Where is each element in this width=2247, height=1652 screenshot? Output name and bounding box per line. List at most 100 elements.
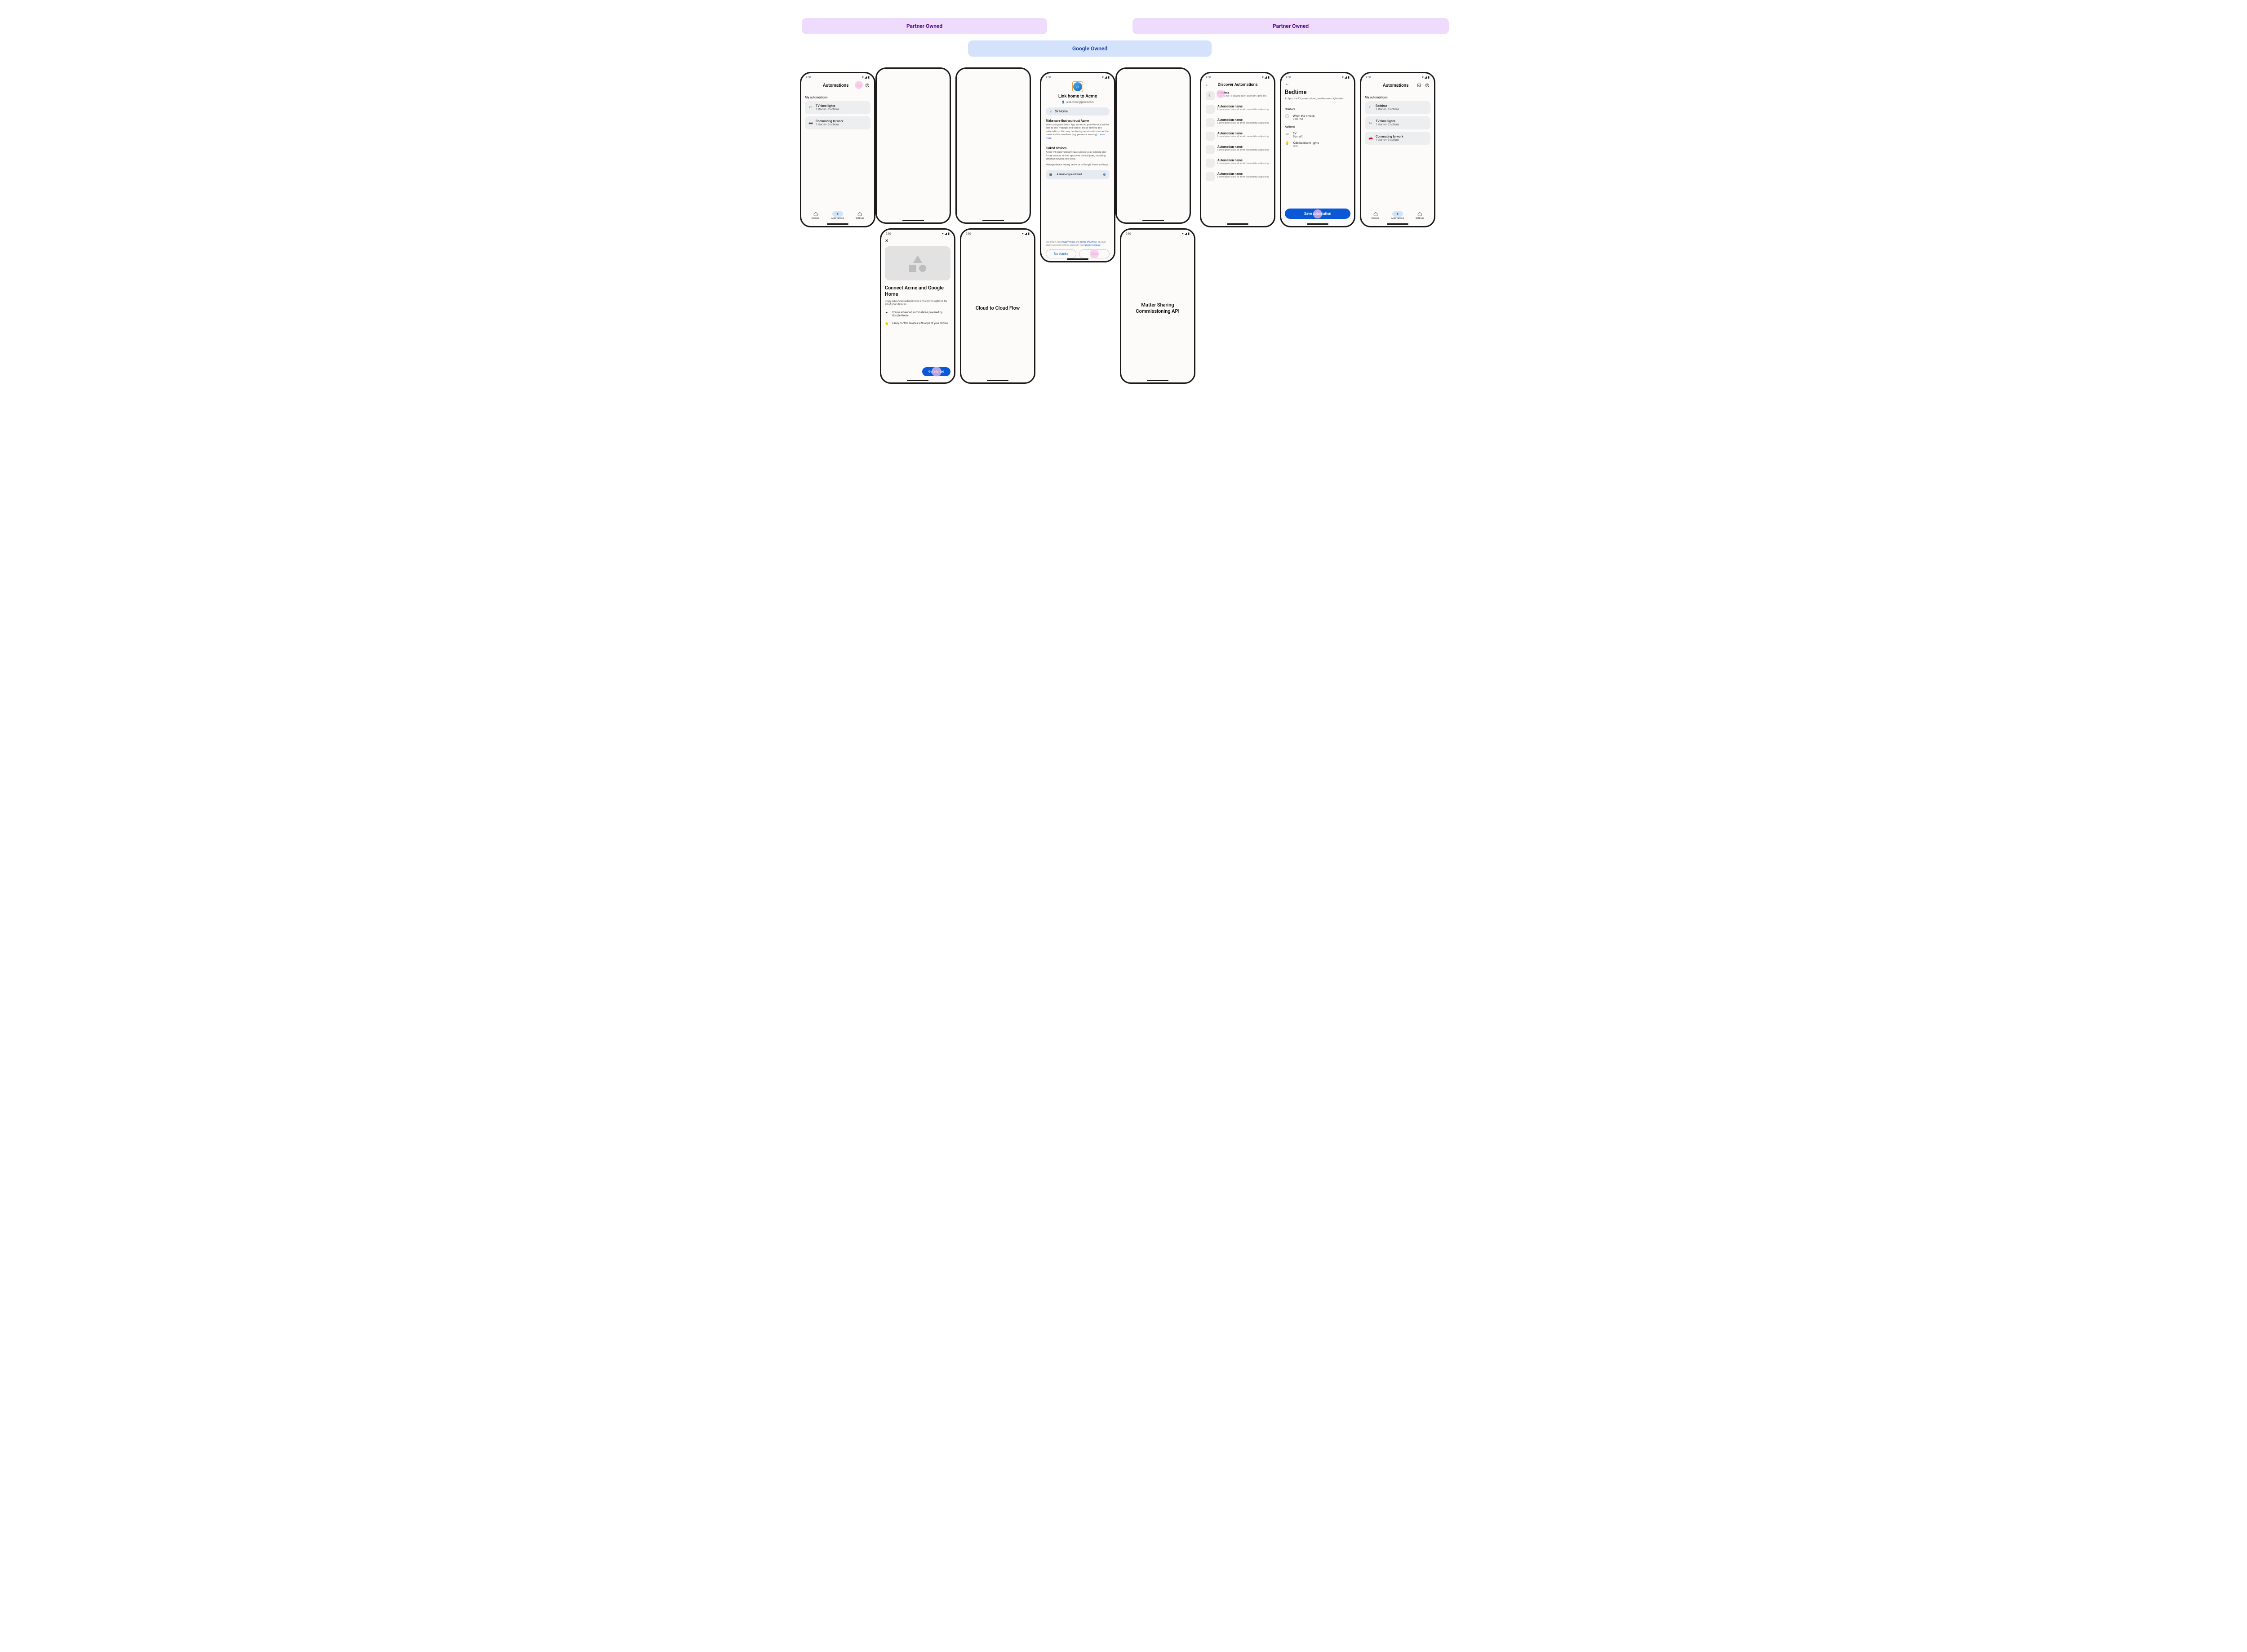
home-icon bbox=[1373, 212, 1378, 216]
card-title: TV time lights bbox=[1376, 120, 1399, 123]
status-bar: 9:30 ▾◢▮ bbox=[1121, 230, 1194, 237]
item-subtitle: At 9pm, the TV powers down, bedroom ligh… bbox=[1217, 95, 1267, 98]
automation-card[interactable]: 🚗 Commuting to work1 starter • 3 actions bbox=[805, 116, 870, 129]
item-title: Automation name bbox=[1217, 159, 1269, 162]
signal-icon: ◢ bbox=[945, 232, 947, 235]
item-title: Bedtime bbox=[1217, 91, 1267, 95]
account-icon[interactable] bbox=[864, 82, 870, 89]
gesture-bar bbox=[907, 380, 928, 381]
account-icon[interactable] bbox=[1424, 82, 1430, 89]
gesture-bar bbox=[827, 223, 848, 225]
nav-settings[interactable]: Settings bbox=[854, 211, 865, 220]
battery-icon: ▮ bbox=[1268, 75, 1270, 79]
person-circle-icon bbox=[865, 83, 870, 88]
action-row[interactable]: 💡 Kids bedroom lightsDim bbox=[1285, 140, 1350, 149]
action-line1: TV bbox=[1293, 132, 1302, 135]
placeholder-title: Matter Sharing Commissioning API bbox=[1125, 237, 1190, 380]
battery-icon: ▮ bbox=[1028, 232, 1030, 235]
automation-item[interactable]: Automation nameLorem ipsum dolor sit ame… bbox=[1205, 116, 1270, 129]
item-subtitle: Lorem ipsum dolor sit amet, consectetur … bbox=[1217, 108, 1269, 111]
item-subtitle: Lorem ipsum dolor sit amet, consectetur … bbox=[1217, 135, 1269, 138]
automation-card[interactable]: ☾ Bedtime1 starter • 2 actions bbox=[1365, 101, 1430, 114]
feature-row: ✦ Create advanced automations powered by… bbox=[885, 311, 950, 317]
home-icon bbox=[813, 212, 818, 216]
card-subtitle: 1 starter • 2 actions bbox=[816, 108, 839, 111]
battery-icon: ▮ bbox=[1108, 75, 1110, 79]
gesture-bar bbox=[1387, 223, 1408, 225]
gesture-bar bbox=[1147, 380, 1168, 381]
bulb-icon: 💡 bbox=[1285, 141, 1289, 145]
tos-link[interactable]: Terms of Service bbox=[1080, 241, 1097, 244]
status-bar: 9:30 ▾◢▮ bbox=[1281, 73, 1354, 80]
get-started-button[interactable]: Get started bbox=[922, 367, 950, 376]
automation-card[interactable]: ▭ TV time lights1 starter • 2 actions bbox=[805, 101, 870, 114]
signal-icon: ◢ bbox=[865, 75, 867, 79]
feed-icon[interactable] bbox=[1416, 82, 1422, 89]
feature-text: Easily control devices with apps of your… bbox=[892, 322, 948, 325]
nav-settings[interactable]: Settings bbox=[1414, 211, 1425, 220]
phone-ghost bbox=[955, 67, 1031, 224]
moon-icon: ☾ bbox=[1368, 105, 1373, 109]
car-icon: 🚗 bbox=[808, 120, 813, 124]
starter-line1: When the time is bbox=[1293, 114, 1314, 118]
automation-card[interactable]: ▭ TV time lights1 starter • 2 actions bbox=[1365, 116, 1430, 129]
starter-row[interactable]: 🕘 When the time is9:00 PM bbox=[1285, 113, 1350, 122]
account-email-row[interactable]: 👤 alex.miller@gmail.com bbox=[1046, 101, 1110, 104]
phone-discover-automations: 9:30 ▾◢▮ ← Discover Automations ☾ Bedtim… bbox=[1200, 72, 1275, 227]
no-thanks-button[interactable]: No thanks bbox=[1046, 249, 1076, 258]
allow-button[interactable]: Allow bbox=[1079, 249, 1110, 258]
device-types-row[interactable]: ▦ 4 device types linked ⚙ bbox=[1046, 170, 1110, 179]
item-title: Automation name bbox=[1217, 132, 1269, 135]
item-title: Automation name bbox=[1217, 105, 1269, 108]
nav-settings-label: Settings bbox=[1416, 217, 1424, 220]
google-account-link[interactable]: Google Account bbox=[1084, 244, 1101, 247]
automation-item[interactable]: Automation nameLorem ipsum dolor sit ame… bbox=[1205, 102, 1270, 116]
signal-icon: ◢ bbox=[1185, 232, 1187, 235]
nav-automations-label: Automations bbox=[1391, 217, 1404, 220]
status-time: 9:30 bbox=[1126, 232, 1131, 235]
spark-icon: ✦ bbox=[885, 311, 888, 315]
gear-icon[interactable]: ⚙ bbox=[1103, 173, 1106, 177]
privacy-policy-link[interactable]: Privacy Policy bbox=[1061, 241, 1075, 244]
linked-title: Linked devices bbox=[1046, 147, 1110, 150]
home-icon bbox=[857, 212, 862, 216]
card-title: Bedtime bbox=[1376, 104, 1399, 108]
nav-devices[interactable]: Devices bbox=[1370, 211, 1381, 220]
item-subtitle: Lorem ipsum dolor sit amet, consectetur … bbox=[1217, 149, 1269, 151]
back-button[interactable]: ← bbox=[1285, 80, 1350, 86]
automation-card[interactable]: 🚗 Commuting to work1 starter • 3 actions bbox=[1365, 132, 1430, 145]
automation-item[interactable]: Automation nameLorem ipsum dolor sit ame… bbox=[1205, 170, 1270, 183]
battery-icon: ▮ bbox=[948, 232, 950, 235]
wifi-icon: ▾ bbox=[1342, 75, 1344, 79]
card-subtitle: 1 starter • 2 actions bbox=[1376, 123, 1399, 126]
battery-icon: ▮ bbox=[1348, 75, 1350, 79]
automation-item[interactable]: Automation nameLorem ipsum dolor sit ame… bbox=[1205, 129, 1270, 143]
item-subtitle: Lorem ipsum dolor sit amet, consectetur … bbox=[1217, 122, 1269, 124]
home-selector[interactable]: ⌂ SF Home bbox=[1046, 107, 1110, 115]
gesture-bar bbox=[987, 380, 1008, 381]
feed-icon[interactable] bbox=[856, 82, 862, 89]
screen-title: Connect Acme and Google Home bbox=[885, 285, 950, 298]
status-bar: 9:30 ▾◢▮ bbox=[1201, 73, 1274, 80]
wifi-icon: ▾ bbox=[1022, 232, 1024, 235]
devices-icon: ▦ bbox=[1049, 173, 1052, 176]
nav-automations[interactable]: ●Automations bbox=[1391, 211, 1404, 220]
hero-image-placeholder bbox=[885, 246, 950, 280]
phone-ghost bbox=[1115, 67, 1191, 224]
nav-automations[interactable]: ●Automations bbox=[831, 211, 844, 220]
trust-body: When you grant Smart App access to your … bbox=[1046, 124, 1110, 140]
item-subtitle: Lorem ipsum dolor sit amet, consectetur … bbox=[1217, 162, 1269, 165]
signal-icon: ◢ bbox=[1025, 232, 1027, 235]
automation-item-bedtime[interactable]: ☾ BedtimeAt 9pm, the TV powers down, bed… bbox=[1205, 89, 1270, 102]
save-automation-button[interactable]: Save automation bbox=[1285, 209, 1350, 219]
nav-devices-label: Devices bbox=[812, 217, 819, 220]
automation-item[interactable]: Automation nameLorem ipsum dolor sit ame… bbox=[1205, 156, 1270, 170]
action-row[interactable]: ▭ TVTurn off bbox=[1285, 130, 1350, 140]
phone-ghost bbox=[875, 67, 951, 224]
nav-devices[interactable]: Devices bbox=[810, 211, 821, 220]
signal-icon: ◢ bbox=[1265, 75, 1267, 79]
phone-automations-initial: 9:30 ▾◢▮ Automations My bbox=[800, 72, 875, 227]
automation-item[interactable]: Automation nameLorem ipsum dolor sit ame… bbox=[1205, 143, 1270, 156]
close-button[interactable]: ✕ bbox=[885, 237, 950, 245]
phone-bedtime-detail: 9:30 ▾◢▮ ← Bedtime At 9pm, the TV powers… bbox=[1280, 72, 1355, 227]
